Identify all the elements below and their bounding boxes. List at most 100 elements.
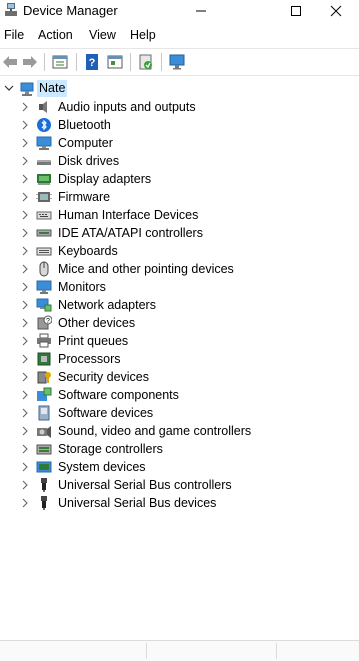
system-device-icon	[36, 461, 52, 473]
computer-icon	[36, 136, 52, 150]
title-bar: Device Manager	[0, 0, 359, 22]
chevron-right-icon[interactable]	[20, 408, 29, 418]
tree-item[interactable]: Universal Serial Bus controllers	[0, 476, 359, 494]
chevron-right-icon[interactable]	[20, 426, 29, 436]
svg-text:?: ?	[46, 318, 50, 325]
tree-item-label: Display adapters	[58, 172, 152, 186]
chevron-right-icon[interactable]	[20, 264, 29, 274]
tree-item[interactable]: Audio inputs and outputs	[0, 98, 359, 116]
tree-item-label: Software components	[58, 388, 179, 402]
window-title: Device Manager	[23, 3, 118, 18]
chevron-right-icon[interactable]	[20, 228, 29, 238]
chevron-right-icon[interactable]	[20, 282, 29, 292]
disk-drive-icon	[37, 160, 51, 165]
minimize-button[interactable]	[178, 0, 224, 22]
tree-item-label: Security devices	[58, 370, 150, 384]
chevron-right-icon[interactable]	[20, 192, 29, 202]
tree-item[interactable]: Human Interface Devices	[0, 206, 359, 224]
tree-item-label: Storage controllers	[58, 442, 163, 456]
tree-item-label: Other devices	[58, 316, 136, 330]
tree-item[interactable]: Software components	[0, 386, 359, 404]
keyboard-icon	[36, 247, 52, 256]
update-driver-icon[interactable]	[137, 53, 155, 71]
tree-item[interactable]: Software devices	[0, 404, 359, 422]
tree-item-label: Network adapters	[58, 298, 156, 312]
root-computer-label[interactable]: Nate	[37, 80, 68, 97]
tree-item[interactable]: Monitors	[0, 278, 359, 296]
tree-item[interactable]: Processors	[0, 350, 359, 368]
status-separator	[146, 643, 147, 659]
computer-icon	[20, 82, 34, 96]
tree-item-label: Software devices	[58, 406, 154, 420]
scan-hardware-icon[interactable]	[168, 53, 186, 71]
chevron-right-icon[interactable]	[20, 354, 29, 364]
chevron-right-icon[interactable]	[20, 372, 29, 382]
tree-item-label: IDE ATA/ATAPI controllers	[58, 226, 203, 240]
show-hidden-icon[interactable]	[106, 53, 124, 71]
bluetooth-icon	[37, 118, 51, 132]
back-icon[interactable]	[1, 53, 19, 71]
chevron-right-icon[interactable]	[20, 444, 29, 454]
chevron-right-icon[interactable]	[20, 246, 29, 256]
close-button[interactable]	[313, 0, 359, 22]
tree-item[interactable]: IDE ATA/ATAPI controllers	[0, 224, 359, 242]
chevron-right-icon[interactable]	[20, 462, 29, 472]
tree-item[interactable]: Keyboards	[0, 242, 359, 260]
tree-item[interactable]: Mice and other pointing devices	[0, 260, 359, 278]
chevron-down-icon[interactable]	[4, 83, 14, 93]
chevron-right-icon[interactable]	[20, 480, 29, 490]
tree-item[interactable]: Security devices	[0, 368, 359, 386]
tree-item[interactable]: Bluetooth	[0, 116, 359, 134]
tree-item-label: Computer	[58, 136, 113, 150]
usb-icon	[41, 496, 47, 510]
tree-item[interactable]: Computer	[0, 134, 359, 152]
toolbar-separator	[161, 53, 162, 71]
tree-item[interactable]: Universal Serial Bus devices	[0, 494, 359, 512]
tree-item[interactable]: Firmware	[0, 188, 359, 206]
unknown-device-icon: ?	[37, 315, 52, 330]
tree-item[interactable]: Disk drives	[0, 152, 359, 170]
tree-root[interactable]: Nate	[0, 80, 359, 98]
tree-item[interactable]: System devices	[0, 458, 359, 476]
properties-icon[interactable]	[51, 53, 69, 71]
tree-item-label: Universal Serial Bus controllers	[58, 478, 232, 492]
chevron-right-icon[interactable]	[20, 138, 29, 148]
tree-item-label: Processors	[58, 352, 121, 366]
software-component-icon	[37, 387, 52, 401]
chevron-right-icon[interactable]	[20, 336, 29, 346]
chevron-right-icon[interactable]	[20, 156, 29, 166]
chevron-right-icon[interactable]	[20, 390, 29, 400]
tree-item-label: Mice and other pointing devices	[58, 262, 234, 276]
network-adapter-icon	[36, 298, 52, 312]
chevron-right-icon[interactable]	[20, 102, 29, 112]
tree-item[interactable]: ? Other devices	[0, 314, 359, 332]
menu-file[interactable]: File	[4, 28, 24, 42]
chevron-right-icon[interactable]	[20, 498, 29, 508]
ide-controller-icon	[36, 229, 52, 237]
menu-action[interactable]: Action	[38, 28, 73, 42]
forward-icon[interactable]	[21, 53, 39, 71]
tree-item-label: Universal Serial Bus devices	[58, 496, 217, 510]
chevron-right-icon[interactable]	[20, 318, 29, 328]
tree-item[interactable]: Print queues	[0, 332, 359, 350]
chevron-right-icon[interactable]	[20, 300, 29, 310]
menu-view[interactable]: View	[89, 28, 116, 42]
tree-item[interactable]: Display adapters	[0, 170, 359, 188]
tree-item-label: Print queues	[58, 334, 129, 348]
hid-icon	[36, 211, 52, 220]
tree-item[interactable]: Network adapters	[0, 296, 359, 314]
toolbar-separator	[130, 53, 131, 71]
tree-item[interactable]: Sound, video and game controllers	[0, 422, 359, 440]
help-icon[interactable]: ?	[83, 53, 101, 71]
firmware-icon	[36, 192, 52, 202]
chevron-right-icon[interactable]	[20, 120, 29, 130]
chevron-right-icon[interactable]	[20, 210, 29, 220]
storage-controller-icon	[36, 444, 52, 455]
processor-icon	[37, 352, 51, 366]
tree-item-label: Audio inputs and outputs	[58, 100, 196, 114]
chevron-right-icon[interactable]	[20, 174, 29, 184]
tree-item-label: Firmware	[58, 190, 111, 204]
tree-item[interactable]: Storage controllers	[0, 440, 359, 458]
toolbar-separator	[76, 53, 77, 71]
menu-help[interactable]: Help	[130, 28, 156, 42]
